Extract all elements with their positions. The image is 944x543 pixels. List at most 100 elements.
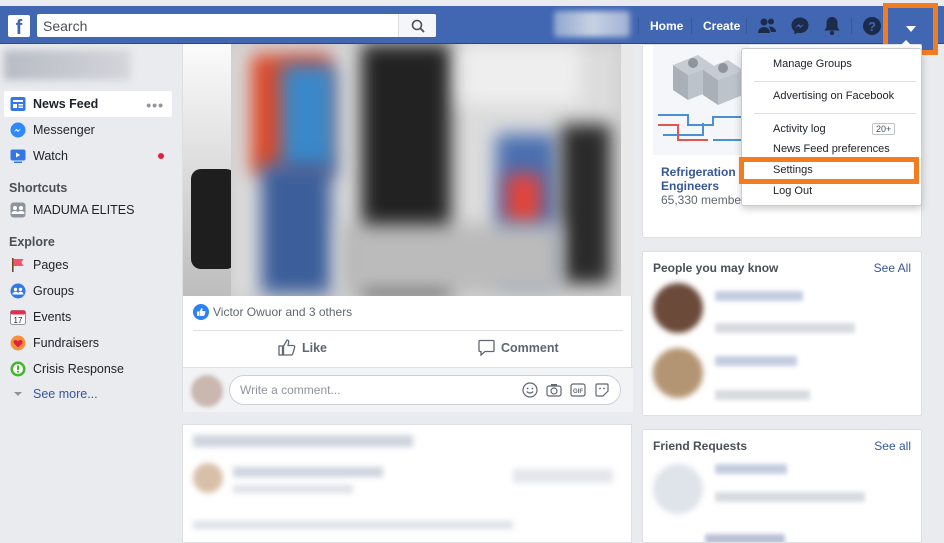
blurred-photo-content <box>231 44 621 296</box>
menu-item-log-out[interactable]: Log Out <box>742 185 921 197</box>
person-name <box>715 356 797 366</box>
create-link[interactable]: Create <box>703 19 740 33</box>
backpack-in-photo <box>191 169 236 269</box>
like-button[interactable]: Like <box>278 339 327 356</box>
person-name <box>715 464 787 474</box>
events-calendar-icon: 17 <box>9 308 27 326</box>
sidebar-item-crisis-response[interactable]: Crisis Response <box>4 356 172 382</box>
help-icon[interactable]: ? <box>862 16 882 36</box>
feed-post: Victor Owuor and 3 others Like Comment W… <box>182 44 633 412</box>
divider <box>193 330 623 331</box>
pages-flag-icon <box>9 256 27 274</box>
avatar <box>653 348 703 398</box>
search-button[interactable] <box>398 14 436 37</box>
suggested-person[interactable] <box>643 342 921 402</box>
menu-item-manage-groups[interactable]: Manage Groups <box>742 58 921 70</box>
svg-text:GIF: GIF <box>573 389 583 395</box>
see-more-label: See more... <box>33 387 98 401</box>
facebook-logo[interactable]: f <box>8 15 30 37</box>
settings-highlight-box <box>739 157 919 184</box>
friends-icon[interactable] <box>757 16 777 36</box>
home-link[interactable]: Home <box>650 19 683 33</box>
nav-divider <box>638 18 639 34</box>
sidebar-item-events[interactable]: 17 Events <box>4 304 172 330</box>
group-members-count: 65,330 member <box>661 193 746 207</box>
sidebar-item-label: MADUMA ELITES <box>33 203 135 217</box>
search-bar <box>37 14 436 37</box>
emoji-icon[interactable] <box>522 382 538 398</box>
sidebar-item-label: Crisis Response <box>33 362 125 376</box>
sidebar-item-label: Fundraisers <box>33 336 99 350</box>
dropdown-caret <box>898 40 914 48</box>
sidebar-item-fundraisers[interactable]: Fundraisers <box>4 330 172 356</box>
shortcuts-heading: Shortcuts <box>9 181 68 195</box>
explore-heading: Explore <box>9 235 55 249</box>
sidebar-item-label: Events <box>33 310 72 324</box>
mutual-friends <box>715 323 855 333</box>
sidebar-item-label: Watch <box>33 149 68 163</box>
left-sidebar: News Feed ••• Messenger Watch Shortcuts … <box>0 44 176 543</box>
friend-requests-card: Friend Requests See all <box>642 429 922 543</box>
gif-icon[interactable]: GIF <box>570 382 586 398</box>
group-cover-image[interactable] <box>653 45 749 155</box>
sidebar-item-watch[interactable]: Watch <box>4 143 172 169</box>
notification-dot <box>158 153 164 159</box>
reactions-text: Victor Owuor and 3 others <box>213 305 353 319</box>
more-options-icon[interactable]: ••• <box>146 97 164 113</box>
comment-placeholder: Write a comment... <box>240 383 341 397</box>
menu-divider <box>754 113 916 114</box>
sidebar-item-label: Groups <box>33 284 74 298</box>
suggested-person[interactable] <box>643 277 921 337</box>
profile-link[interactable] <box>554 11 630 37</box>
post-reactions-summary[interactable]: Victor Owuor and 3 others <box>193 304 352 320</box>
nav-divider <box>746 18 747 34</box>
avatar <box>653 283 703 333</box>
account-menu-caret-icon <box>905 26 916 32</box>
svg-text:?: ? <box>868 19 876 34</box>
see-all-people-link[interactable]: See All <box>874 261 911 275</box>
groups-icon <box>9 282 27 300</box>
request-buttons <box>715 492 865 502</box>
sidebar-item-label: Messenger <box>33 123 95 137</box>
mutual-friends <box>715 390 810 400</box>
like-label: Like <box>302 340 328 355</box>
sidebar-item-maduma-elites[interactable]: MADUMA ELITES <box>4 197 172 223</box>
friend-request[interactable] <box>643 458 921 518</box>
sidebar-item-news-feed[interactable]: News Feed ••• <box>4 91 172 117</box>
see-more-link[interactable]: See more... <box>4 381 172 407</box>
watch-icon <box>9 147 27 165</box>
like-reaction-icon <box>193 304 209 320</box>
camera-icon[interactable] <box>546 382 562 398</box>
fundraisers-icon <box>9 334 27 352</box>
avatar <box>191 375 223 407</box>
nav-divider <box>691 18 692 34</box>
search-icon <box>411 19 425 33</box>
comment-button[interactable]: Comment <box>478 339 559 356</box>
profile-shortcut[interactable] <box>4 50 130 80</box>
person-name <box>715 291 803 301</box>
nav-divider <box>851 18 852 34</box>
post-photo[interactable] <box>183 44 633 296</box>
friend-requests-title: Friend Requests <box>653 439 748 453</box>
top-navigation-bar: f Home Create ? <box>0 6 944 44</box>
comment-icon <box>478 339 495 356</box>
avatar <box>653 464 703 514</box>
activity-log-count-badge: 20+ <box>872 123 896 135</box>
comment-input[interactable]: Write a comment... GIF <box>229 375 621 405</box>
search-input[interactable] <box>37 15 398 36</box>
chevron-down-icon <box>9 385 27 403</box>
comment-composer: Write a comment... GIF <box>183 367 633 412</box>
notifications-icon[interactable] <box>822 16 842 36</box>
sticker-icon[interactable] <box>594 382 610 398</box>
like-icon <box>278 339 296 356</box>
group-name-link[interactable]: Refrigeration O Engineers <box>661 165 748 193</box>
see-all-requests-link[interactable]: See all <box>874 439 911 453</box>
menu-divider <box>754 81 916 82</box>
sidebar-item-groups[interactable]: Groups <box>4 278 172 304</box>
menu-item-news-feed-preferences[interactable]: News Feed preferences <box>742 143 921 155</box>
messenger-icon[interactable] <box>790 16 810 36</box>
menu-item-advertising[interactable]: Advertising on Facebook <box>742 90 921 102</box>
sidebar-item-pages[interactable]: Pages <box>4 252 172 278</box>
sidebar-item-messenger[interactable]: Messenger <box>4 117 172 143</box>
svg-text:17: 17 <box>14 316 23 325</box>
